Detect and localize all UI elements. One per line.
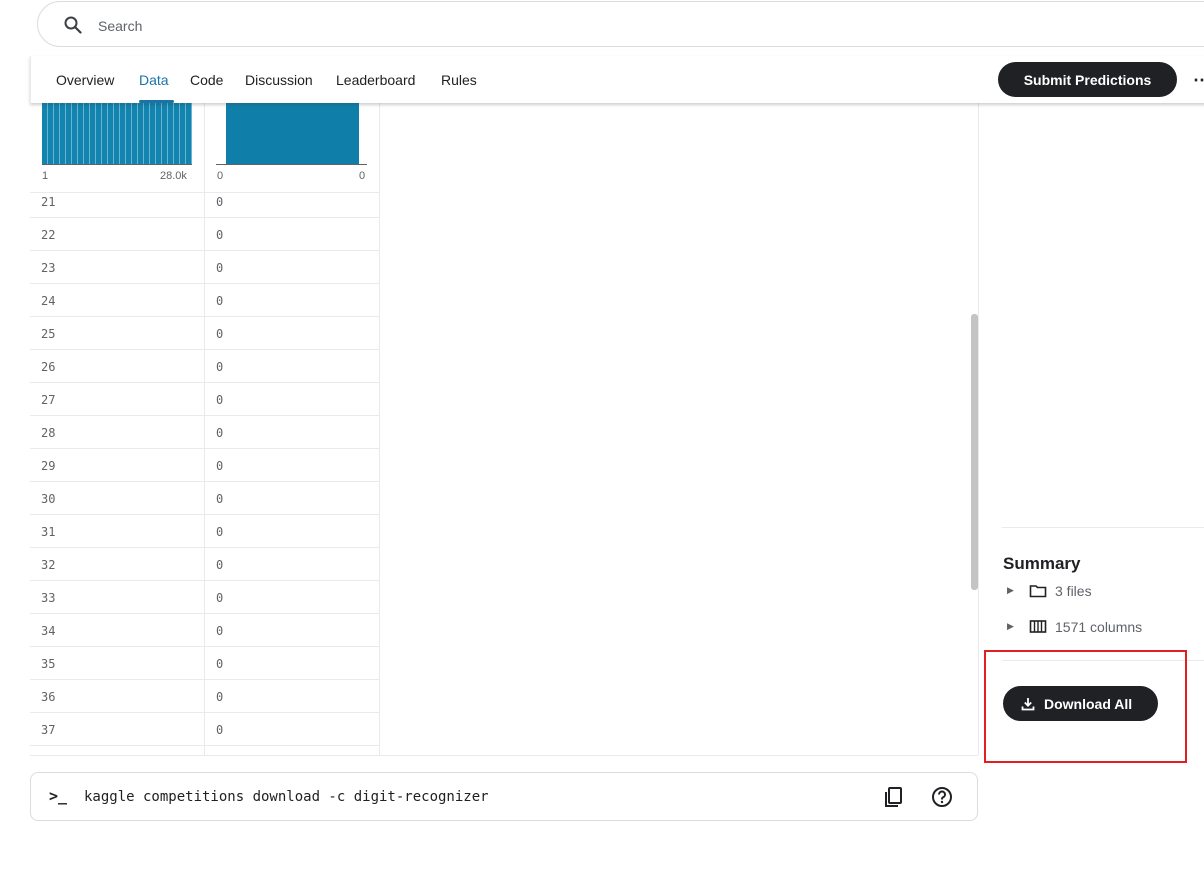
table-row: 29 0 (30, 449, 380, 482)
table-row: 36 0 (30, 680, 380, 713)
table-cell-value: 0 (216, 294, 224, 308)
cli-command-text[interactable]: kaggle competitions download -c digit-re… (84, 789, 489, 805)
cli-command-box: >_ kaggle competitions download -c digit… (30, 772, 978, 821)
table-cell-id: 26 (41, 360, 56, 374)
tab-overview[interactable]: Overview (56, 72, 114, 88)
table-row: 25 0 (30, 317, 380, 350)
table-cell-id: 22 (41, 228, 56, 242)
tab-code[interactable]: Code (190, 72, 223, 88)
table-row: 35 0 (30, 647, 380, 680)
table-cell-value: 0 (216, 426, 224, 440)
copy-icon[interactable] (883, 786, 905, 808)
table-cell-id: 23 (41, 261, 56, 275)
histogram-axis (42, 164, 192, 165)
table-scrollbar[interactable] (971, 314, 978, 590)
search-input[interactable] (96, 12, 700, 40)
table-cell-id: 24 (41, 294, 56, 308)
table-row: 27 0 (30, 383, 380, 416)
tab-rules[interactable]: Rules (441, 72, 477, 88)
tab-discussion[interactable]: Discussion (245, 72, 313, 88)
table-row: 24 0 (30, 284, 380, 317)
table-row: 34 0 (30, 614, 380, 647)
table-cell-value: 0 (216, 723, 224, 737)
table-cell-value: 0 (216, 624, 224, 638)
more-options-icon[interactable]: ⋯ (1193, 70, 1204, 91)
data-table[interactable]: 1 28.0k 0 0 21 0 22 0 23 0 24 0 25 0 26 0 27 0 28 0 29 0 3… (30, 103, 978, 755)
table-row: 21 0 (30, 193, 380, 218)
table-cell-value: 0 (216, 261, 224, 275)
table-cell-id: 30 (41, 492, 56, 506)
expand-caret-icon: ▶ (1007, 585, 1014, 595)
table-cell-value: 0 (216, 393, 224, 407)
histogram-min-label: 0 (217, 170, 224, 182)
summary-columns-label: 1571 columns (1055, 619, 1143, 635)
table-cell-id: 32 (41, 558, 56, 572)
table-row: 30 0 (30, 482, 380, 515)
competition-tab-bar: Overview Data Code Discussion Leaderboar… (30, 56, 1204, 103)
table-row: 22 0 (30, 218, 380, 251)
table-row: 23 0 (30, 251, 380, 284)
table-cell-id: 34 (41, 624, 56, 638)
table-cell-value: 0 (216, 360, 224, 374)
table-cell-id: 27 (41, 393, 56, 407)
table-cell-id: 37 (41, 723, 56, 737)
histogram-min-label: 1 (42, 170, 49, 182)
table-cell-value: 0 (216, 195, 224, 209)
table-cell-value: 0 (216, 525, 224, 539)
table-row: 31 0 (30, 515, 380, 548)
active-tab-indicator (139, 100, 174, 103)
columns-icon (1029, 620, 1047, 633)
table-cell-value: 0 (216, 558, 224, 572)
table-cell-id: 31 (41, 525, 56, 539)
column-histogram-id (42, 103, 192, 164)
search-icon (64, 16, 82, 34)
table-cell-id: 29 (41, 459, 56, 473)
table-cell-value: 0 (216, 459, 224, 473)
table-cell-value: 0 (216, 657, 224, 671)
table-row: 33 0 (30, 581, 380, 614)
summary-files-item[interactable]: ▶ 3 files (1007, 583, 1197, 601)
table-cell-value: 0 (216, 690, 224, 704)
help-icon[interactable] (931, 786, 953, 808)
histogram-axis (216, 164, 367, 165)
submit-predictions-button[interactable]: Submit Predictions (998, 62, 1177, 97)
table-cell-value: 0 (216, 591, 224, 605)
table-cell-value: 0 (216, 228, 224, 242)
tab-data[interactable]: Data (139, 72, 169, 88)
summary-columns-item[interactable]: ▶ 1571 columns (1007, 619, 1197, 637)
table-row: 26 0 (30, 350, 380, 383)
table-cell-id: 28 (41, 426, 56, 440)
table-row: 37 0 (30, 713, 380, 746)
expand-caret-icon: ▶ (1007, 621, 1014, 631)
table-cell-value: 0 (216, 492, 224, 506)
summary-files-label: 3 files (1055, 583, 1092, 599)
table-cell-id: 35 (41, 657, 56, 671)
panel-divider (978, 103, 979, 755)
search-bar[interactable] (37, 1, 1204, 47)
table-bottom-border (30, 755, 978, 756)
tab-leaderboard[interactable]: Leaderboard (336, 72, 415, 88)
histogram-max-label: 0 (359, 170, 366, 182)
table-row: 32 0 (30, 548, 380, 581)
table-cell-id: 36 (41, 690, 56, 704)
summary-divider (1002, 527, 1204, 528)
summary-title: Summary (1003, 554, 1081, 573)
column-histogram-value (226, 103, 359, 164)
table-row (30, 746, 380, 755)
table-cell-id: 21 (41, 195, 56, 209)
table-cell-id: 25 (41, 327, 56, 341)
folder-icon (1029, 585, 1047, 598)
table-cell-value: 0 (216, 327, 224, 341)
histogram-max-label: 28.0k (160, 170, 187, 182)
table-cell-id: 33 (41, 591, 56, 605)
table-row: 28 0 (30, 416, 380, 449)
terminal-icon: >_ (49, 787, 68, 805)
highlight-annotation (984, 650, 1187, 763)
